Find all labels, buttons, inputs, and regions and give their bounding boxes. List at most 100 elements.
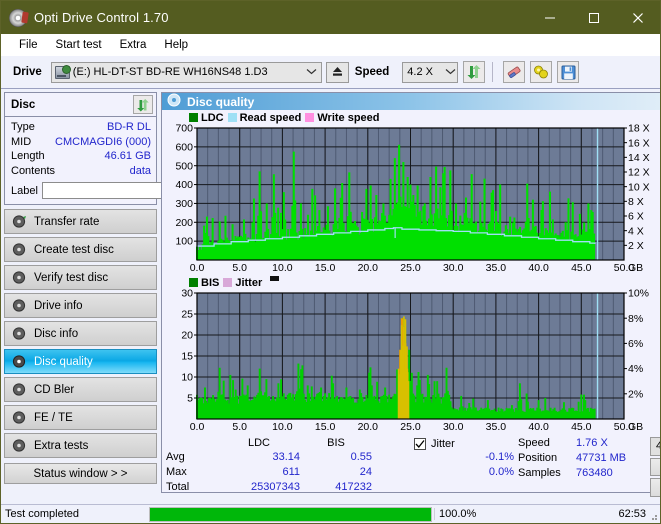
svg-text:15: 15: [181, 351, 193, 363]
stats-avg-ldc: 33.14: [272, 451, 300, 463]
sidebar-item-label: Transfer rate: [34, 215, 100, 228]
disc-check-icon: [12, 270, 27, 285]
sidebar-item-label: Disc info: [34, 327, 79, 340]
refresh-button[interactable]: [463, 61, 486, 83]
title-bar: Opti Drive Control 1.70: [1, 1, 660, 34]
resize-grip[interactable]: [648, 511, 658, 521]
sidebar: Disc Type BD-R DL MID CMCMAGDI6 (000) Le…: [1, 89, 246, 493]
svg-text:GB: GB: [628, 262, 643, 274]
sidebar-item-disc-info[interactable]: Disc info: [4, 321, 157, 346]
start-full-button[interactable]: Start full: [650, 457, 660, 477]
sidebar-item-cd-bler[interactable]: CD Bler: [4, 377, 157, 402]
sidebar-item-label: CD Bler: [34, 383, 75, 396]
maximize-icon[interactable]: [572, 1, 616, 34]
sidebar-item-create-test-disc[interactable]: Create test disc: [4, 237, 157, 262]
sidebar-item-drive-info[interactable]: Drive info: [4, 293, 157, 318]
save-button[interactable]: [557, 61, 580, 83]
svg-text:30.0: 30.0: [443, 421, 464, 433]
ldc-chart-legend: LDC Read speed Write speed: [165, 111, 660, 124]
bulb-icon: [534, 65, 549, 79]
svg-text:5.0: 5.0: [232, 421, 247, 433]
sidebar-item-transfer-rate[interactable]: Transfer rate: [4, 209, 157, 234]
minimize-icon[interactable]: [528, 1, 572, 34]
window-title: Opti Drive Control 1.70: [34, 10, 169, 25]
speed-value: 1.76 X: [576, 437, 608, 449]
drive-select[interactable]: (E:) HL-DT-ST BD-RE WH16NS48 1.D3: [50, 61, 322, 83]
test-speed-select[interactable]: 4.2 X: [650, 437, 660, 456]
sidebar-item-label: Drive info: [34, 299, 83, 312]
svg-text:10 X: 10 X: [628, 181, 650, 193]
disc-refresh-button[interactable]: [133, 95, 153, 114]
svg-text:15.0: 15.0: [315, 421, 336, 433]
jitter-avg: -0.1%: [485, 451, 514, 463]
legend-label: Jitter: [235, 276, 263, 289]
jitter-stats: Jitter -0.1% 0.0%: [414, 437, 518, 497]
speed-label: Speed: [354, 66, 390, 78]
menu-help[interactable]: Help: [155, 37, 197, 53]
legend-ldc: LDC: [189, 112, 224, 124]
start-part-button[interactable]: Start part: [650, 478, 660, 498]
svg-text:12 X: 12 X: [628, 167, 650, 179]
stats-avg-bis: 0.55: [350, 451, 372, 463]
jitter-toggle-row: Jitter: [414, 437, 518, 451]
jitter-marker-icon: [270, 276, 280, 281]
svg-text:10.0: 10.0: [272, 421, 293, 433]
disc-fete-icon: [12, 410, 27, 425]
sidebar-item-label: FE / TE: [34, 411, 73, 424]
legend-swatch-bis: [189, 278, 198, 287]
sidebar-item-disc-quality[interactable]: Disc quality: [4, 349, 157, 374]
svg-text:400: 400: [175, 179, 193, 191]
nav-list: Transfer rate Create test disc Verify te…: [4, 209, 157, 458]
svg-text:GB: GB: [628, 421, 643, 433]
test-speed-value: 4.2 X: [656, 440, 660, 452]
close-icon[interactable]: [616, 1, 660, 34]
svg-text:30.0: 30.0: [443, 262, 464, 274]
svg-text:0.0: 0.0: [190, 262, 205, 274]
svg-text:10%: 10%: [628, 289, 649, 300]
svg-text:10.0: 10.0: [272, 262, 293, 274]
eraser-icon: [507, 66, 521, 78]
svg-text:16 X: 16 X: [628, 137, 650, 149]
speed-select[interactable]: 4.2 X: [402, 61, 459, 83]
stats-header-bis: BIS: [327, 437, 345, 449]
legend-label: LDC: [201, 111, 224, 124]
legend-label: Read speed: [239, 111, 302, 124]
menu-file[interactable]: File: [10, 37, 47, 53]
sidebar-item-verify-test-disc[interactable]: Verify test disc: [4, 265, 157, 290]
chevron-down-icon: [443, 67, 457, 77]
disc-row-contents: Contents data: [11, 164, 151, 179]
status-window-button[interactable]: Status window > >: [4, 463, 157, 484]
svg-text:30: 30: [181, 289, 193, 300]
svg-text:5: 5: [187, 393, 193, 405]
legend-jitter: Jitter: [223, 277, 262, 289]
stats-max-bis: 24: [359, 466, 372, 478]
disc-arrow-icon: [12, 214, 27, 229]
bulb-button[interactable]: [530, 61, 553, 83]
stats-total-bis: 417232: [335, 481, 372, 493]
sidebar-item-extra-tests[interactable]: Extra tests: [4, 433, 157, 458]
erase-button[interactable]: [503, 61, 526, 83]
disc-info-list: Type BD-R DL MID CMCMAGDI6 (000) Length …: [5, 117, 246, 204]
drive-info-icon: [12, 298, 27, 313]
svg-text:6%: 6%: [628, 338, 643, 350]
jitter-checkbox[interactable]: [414, 438, 426, 450]
sidebar-item-fe-te[interactable]: FE / TE: [4, 405, 157, 430]
menu-extra[interactable]: Extra: [111, 37, 156, 53]
svg-text:300: 300: [175, 198, 193, 210]
stats-total-ldc: 25307343: [251, 481, 300, 493]
disc-label-row: Label: [11, 181, 246, 200]
disc-key: Type: [11, 121, 35, 133]
svg-text:35.0: 35.0: [486, 421, 507, 433]
status-text: Test completed: [5, 508, 79, 520]
svg-text:18 X: 18 X: [628, 124, 650, 135]
svg-text:6 X: 6 X: [628, 211, 644, 223]
action-buttons: 4.2 X Start full Start part: [650, 437, 660, 498]
disc-key: Length: [11, 150, 45, 162]
menu-start-test[interactable]: Start test: [47, 37, 111, 53]
eject-button[interactable]: [325, 61, 349, 83]
legend-write-speed: Write speed: [305, 112, 380, 124]
eject-icon: [332, 66, 342, 76]
disc-info-icon: [12, 326, 27, 341]
bis-chart-legend: BIS Jitter: [165, 276, 660, 289]
svg-text:10: 10: [181, 372, 193, 384]
